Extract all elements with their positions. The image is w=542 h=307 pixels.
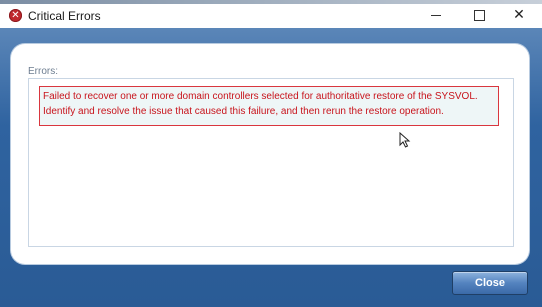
error-message[interactable]: Failed to recover one or more domain con…	[39, 86, 499, 126]
maximize-button[interactable]	[457, 4, 501, 26]
dialog-client-area: Errors: Failed to recover one or more do…	[0, 28, 542, 307]
minimize-button[interactable]	[414, 4, 458, 26]
errors-label: Errors:	[28, 66, 58, 77]
mouse-cursor-icon	[399, 132, 411, 148]
window-title: Critical Errors	[28, 9, 101, 23]
close-button[interactable]: Close	[452, 271, 528, 295]
errors-panel: Errors: Failed to recover one or more do…	[11, 44, 529, 264]
minimize-icon	[431, 14, 441, 16]
close-icon: ✕	[513, 7, 525, 23]
maximize-icon	[473, 9, 485, 21]
critical-errors-window: ✕ Critical Errors ✕ Errors: Failed to re…	[0, 0, 542, 307]
errors-list[interactable]: Failed to recover one or more domain con…	[28, 78, 514, 247]
error-icon: ✕	[9, 9, 22, 22]
title-bar[interactable]: ✕ Critical Errors ✕	[0, 4, 542, 28]
window-close-button[interactable]: ✕	[497, 4, 541, 26]
